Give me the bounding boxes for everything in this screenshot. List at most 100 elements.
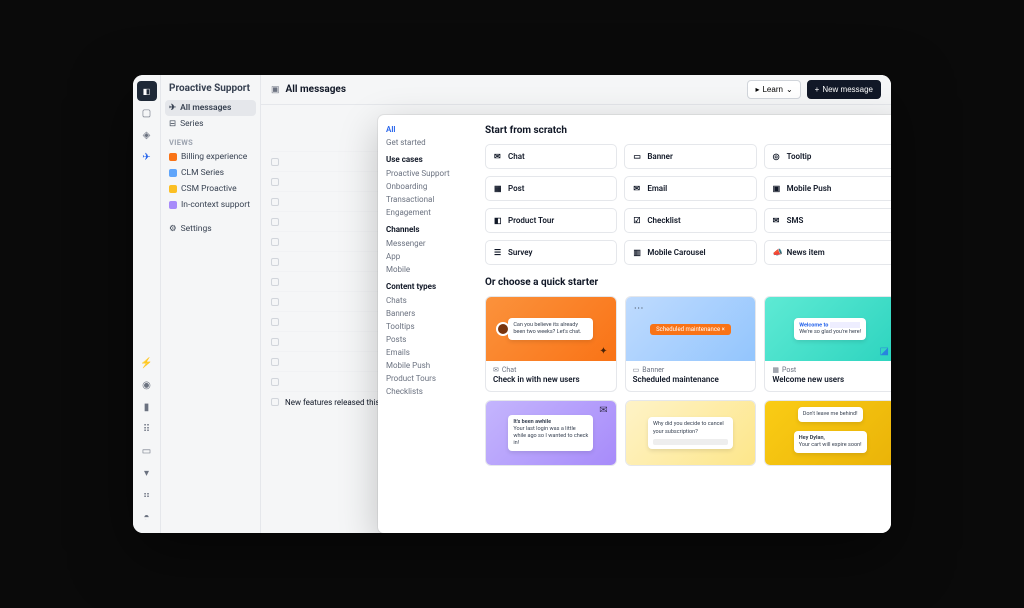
filter-content-type[interactable]: Product Tours: [386, 372, 465, 385]
starter-card-reengage[interactable]: It's been awhile Your last login was a l…: [485, 400, 617, 466]
app-logo-icon[interactable]: ◧: [137, 81, 157, 101]
scratch-chip-checklist[interactable]: ☑Checklist: [624, 208, 756, 233]
banner-icon: ▭: [633, 152, 642, 161]
sidebar-settings[interactable]: ⚙ Settings: [165, 221, 256, 237]
row-checkbox[interactable]: [271, 298, 279, 306]
sidebar-view-billing[interactable]: Billing experience: [165, 149, 256, 165]
rail-item-icon[interactable]: ◈: [137, 125, 157, 145]
filter-use-case[interactable]: Proactive Support: [386, 167, 465, 180]
scratch-chip-tooltip[interactable]: ◎Tooltip: [764, 144, 891, 169]
sidebar-view-incontext[interactable]: In-context support: [165, 197, 256, 213]
filter-use-case[interactable]: Transactional: [386, 193, 465, 206]
bubble-text: Can you believe its already been two wee…: [508, 318, 593, 340]
sidebar-view-clm[interactable]: CLM Series: [165, 165, 256, 181]
app-window: ◧ ▢ ◈ ✈ ⚡ ◉ ▮ ⠿ ▭ ▾ ⠶ ◓ Proactive Suppor…: [133, 75, 891, 533]
scratch-chip-mobile-push[interactable]: ▣Mobile Push: [764, 176, 891, 201]
row-checkbox[interactable]: [271, 278, 279, 286]
nav-rail: ◧ ▢ ◈ ✈ ⚡ ◉ ▮ ⠿ ▭ ▾ ⠶ ◓: [133, 75, 161, 533]
checklist-icon: ☑: [633, 216, 642, 225]
filter-get-started[interactable]: Get started: [386, 136, 465, 149]
scratch-chip-mobile-carousel[interactable]: ▥Mobile Carousel: [624, 240, 756, 265]
filter-content-type[interactable]: Emails: [386, 346, 465, 359]
rail-book-icon[interactable]: ▭: [137, 441, 157, 461]
rail-hat-icon[interactable]: ◓: [137, 507, 157, 527]
rail-cart-icon[interactable]: ▾: [137, 463, 157, 483]
row-checkbox[interactable]: [271, 338, 279, 346]
dot-icon: [169, 185, 177, 193]
sidebar-item-label: Settings: [181, 224, 212, 234]
scratch-chip-post[interactable]: ▦Post: [485, 176, 617, 201]
filter-content-type[interactable]: Tooltips: [386, 320, 465, 333]
filter-content-type[interactable]: Mobile Push: [386, 359, 465, 372]
starter-card-banner-maintenance[interactable]: Scheduled maintenance × ⋯ ▭Banner Schedu…: [625, 296, 757, 392]
scratch-chip-sms[interactable]: ✉SMS: [764, 208, 891, 233]
email-icon: ✉: [633, 184, 642, 193]
dot-icon: [169, 169, 177, 177]
starter-card-chat-checkin[interactable]: Can you believe its already been two wee…: [485, 296, 617, 392]
filter-use-case[interactable]: Engagement: [386, 206, 465, 219]
sidebar: Proactive Support ✈ All messages ⊟ Serie…: [161, 75, 261, 533]
rail-inbox-icon[interactable]: ▢: [137, 103, 157, 123]
survey-icon: ☰: [494, 248, 503, 257]
scratch-chip-email[interactable]: ✉Email: [624, 176, 756, 201]
ribbon-text: Scheduled maintenance ×: [650, 324, 731, 335]
card-thumb: Scheduled maintenance × ⋯: [626, 297, 756, 361]
row-checkbox[interactable]: [271, 198, 279, 206]
bubble-text: It's been awhile Your last login was a l…: [508, 415, 593, 452]
filter-content-type[interactable]: Posts: [386, 333, 465, 346]
filter-channel[interactable]: App: [386, 250, 465, 263]
filter-channel[interactable]: Messenger: [386, 237, 465, 250]
filter-all[interactable]: All: [386, 123, 465, 136]
row-checkbox[interactable]: [271, 258, 279, 266]
card-thumb: Why did you decide to cancel your subscr…: [626, 401, 756, 465]
avatar-icon: [496, 322, 510, 336]
rail-apps-icon[interactable]: ⠶: [137, 485, 157, 505]
filter-content-type[interactable]: Banners: [386, 307, 465, 320]
dot-icon: [169, 153, 177, 161]
sidebar-item-all-messages[interactable]: ✈ All messages: [165, 100, 256, 116]
scratch-chip-banner[interactable]: ▭Banner: [624, 144, 756, 169]
filter-content-type[interactable]: Checklists: [386, 385, 465, 398]
rail-outbound-icon[interactable]: ✈: [137, 147, 157, 167]
row-checkbox[interactable]: [271, 218, 279, 226]
post-icon: ▦: [772, 366, 779, 374]
scratch-chip-survey[interactable]: ☰Survey: [485, 240, 617, 265]
scratch-chip-product-tour[interactable]: ◧Product Tour: [485, 208, 617, 233]
row-checkbox[interactable]: [271, 358, 279, 366]
starter-card-cart-expiry[interactable]: Don't leave me behind! Hey Dylan, Your c…: [764, 400, 891, 466]
row-checkbox[interactable]: [271, 398, 279, 406]
sidebar-item-label: Series: [180, 119, 203, 129]
rail-people-icon[interactable]: ⠿: [137, 419, 157, 439]
row-checkbox[interactable]: [271, 178, 279, 186]
sidebar-views-header: VIEWS: [165, 132, 256, 149]
starter-card-post-welcome[interactable]: Welcome to We're so glad you're here! ◪ …: [764, 296, 891, 392]
rail-automation-icon[interactable]: ⚡: [137, 353, 157, 373]
new-window-icon[interactable]: ▣: [271, 85, 280, 95]
bubble-text: Welcome to We're so glad you're here!: [794, 318, 866, 341]
scratch-chip-chat[interactable]: ✉Chat: [485, 144, 617, 169]
starter-card-cancel-survey[interactable]: Why did you decide to cancel your subscr…: [625, 400, 757, 466]
bubble-top: Don't leave me behind!: [798, 407, 863, 422]
filter-channel[interactable]: Mobile: [386, 263, 465, 276]
scratch-chip-news-item[interactable]: 📣News item: [764, 240, 891, 265]
new-message-modal: × All Get started Use cases Proactive Su…: [378, 115, 891, 533]
row-checkbox[interactable]: [271, 318, 279, 326]
banner-icon: ▭: [633, 366, 640, 374]
product-tour-icon: ◧: [494, 216, 503, 225]
send-icon: ✈: [169, 103, 176, 113]
chevron-down-icon: ⌄: [786, 85, 793, 94]
learn-button[interactable]: ▸ Learn ⌄: [747, 80, 800, 99]
row-checkbox[interactable]: [271, 378, 279, 386]
card-thumb: Can you believe its already been two wee…: [486, 297, 616, 361]
row-checkbox[interactable]: [271, 238, 279, 246]
filter-content-type[interactable]: Chats: [386, 294, 465, 307]
rail-idea-icon[interactable]: ◉: [137, 375, 157, 395]
filter-use-case[interactable]: Onboarding: [386, 180, 465, 193]
sidebar-view-csm[interactable]: CSM Proactive: [165, 181, 256, 197]
new-message-button[interactable]: + New message: [807, 80, 881, 99]
gear-icon: ⚙: [169, 224, 177, 234]
rail-reports-icon[interactable]: ▮: [137, 397, 157, 417]
sidebar-item-series[interactable]: ⊟ Series: [165, 116, 256, 132]
group-channels: Channels: [386, 225, 465, 234]
row-checkbox[interactable]: [271, 158, 279, 166]
